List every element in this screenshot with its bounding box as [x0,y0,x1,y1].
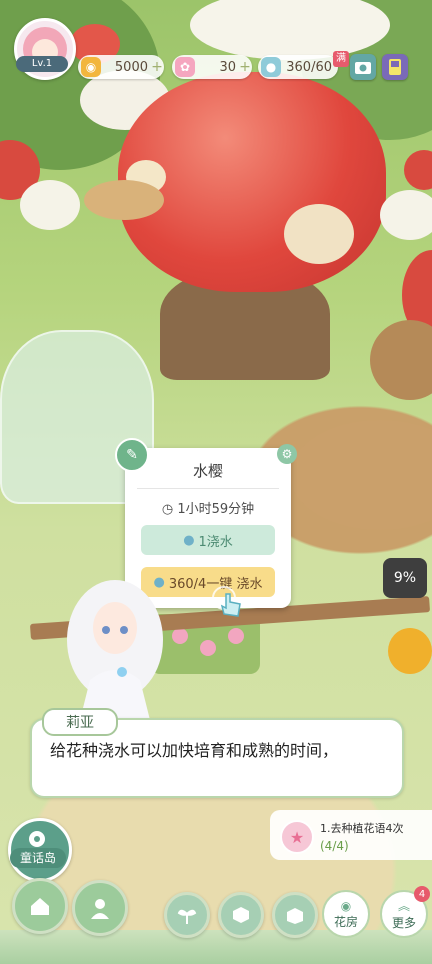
small-apple [404,150,432,190]
wooden-platform [84,180,164,220]
more-notification-badge: 4 [414,886,430,902]
plant-button-2[interactable] [218,892,264,938]
eye-icon: ◉ [340,898,352,913]
plant-button-1[interactable] [164,892,210,938]
coin-counter[interactable]: ◉ 5000 + [78,55,164,79]
character-icon [91,899,109,919]
water-once-button[interactable]: ● 1浇水 [141,525,275,555]
water-counter[interactable]: ● 360/60 [258,55,338,79]
fairy-island-label: 童话岛 [10,848,66,868]
tree-stump-right [370,320,432,400]
flower-house-button[interactable]: ◉ 花房 [322,890,370,938]
flower-gem-icon: ✿ [175,57,195,77]
chevron-up-icon: ︽ [397,899,410,913]
gem-plus-button[interactable]: + [238,59,252,75]
water-once-label: 1浇水 [198,534,233,550]
timer-text: 1小时59分钟 [177,502,255,517]
speaker-name: 莉亚 [42,708,118,736]
coin-plus-button[interactable]: + [150,59,164,75]
more-label: 更多 [391,916,416,930]
water-drop-icon: ● [261,57,281,77]
divider [137,488,279,489]
flower-house-label: 花房 [333,914,358,929]
tree-stump [290,420,432,530]
pink-flower [228,628,244,644]
camera-button[interactable] [350,54,376,80]
character-lia [67,580,163,720]
cube-icon [233,907,249,923]
progress-percent[interactable]: 9% [383,558,427,598]
white-flower [380,190,432,240]
star-icon: ★ [280,820,314,854]
sprout-icon [177,909,197,924]
apple-door [284,204,354,264]
quest-progress: (4/4) [320,839,349,853]
house-icon [31,898,49,915]
level-badge: Lv.1 [16,56,68,72]
pink-flower [172,628,188,644]
grow-timer: ◷ 1小时59分钟 [125,498,291,517]
coin-value: 5000 [114,59,148,75]
coin-icon: ◉ [81,57,101,77]
box-icon [287,908,303,924]
handbook-button[interactable] [382,54,408,80]
gem-counter[interactable]: ✿ 30 + [172,55,252,79]
gem-value: 30 [219,59,236,75]
water-drop-icon: ● [183,532,195,548]
white-flower [20,180,80,230]
plant-button-3[interactable] [272,892,318,938]
quest-tracker[interactable]: ★ 1.去种植花语4次 (4/4) [270,810,432,860]
character-button[interactable] [72,880,128,936]
pink-flower [200,640,216,656]
dialog-text: 给花种浇水可以加快培育和成熟的时间， [50,741,339,760]
water-full-badge: 满 [333,51,349,67]
water-value: 360/60 [286,59,332,75]
vine-border [0,930,432,964]
flower-name: 水樱 [192,462,223,480]
gameboy-icon [389,59,401,75]
quest-text: 1.去种植花语4次 [320,822,404,835]
home-button[interactable] [12,878,68,934]
tutorial-hand-icon [212,586,241,617]
clock-icon: ◷ [161,502,178,517]
camera-icon [355,62,371,74]
orange-fruit [388,628,432,674]
